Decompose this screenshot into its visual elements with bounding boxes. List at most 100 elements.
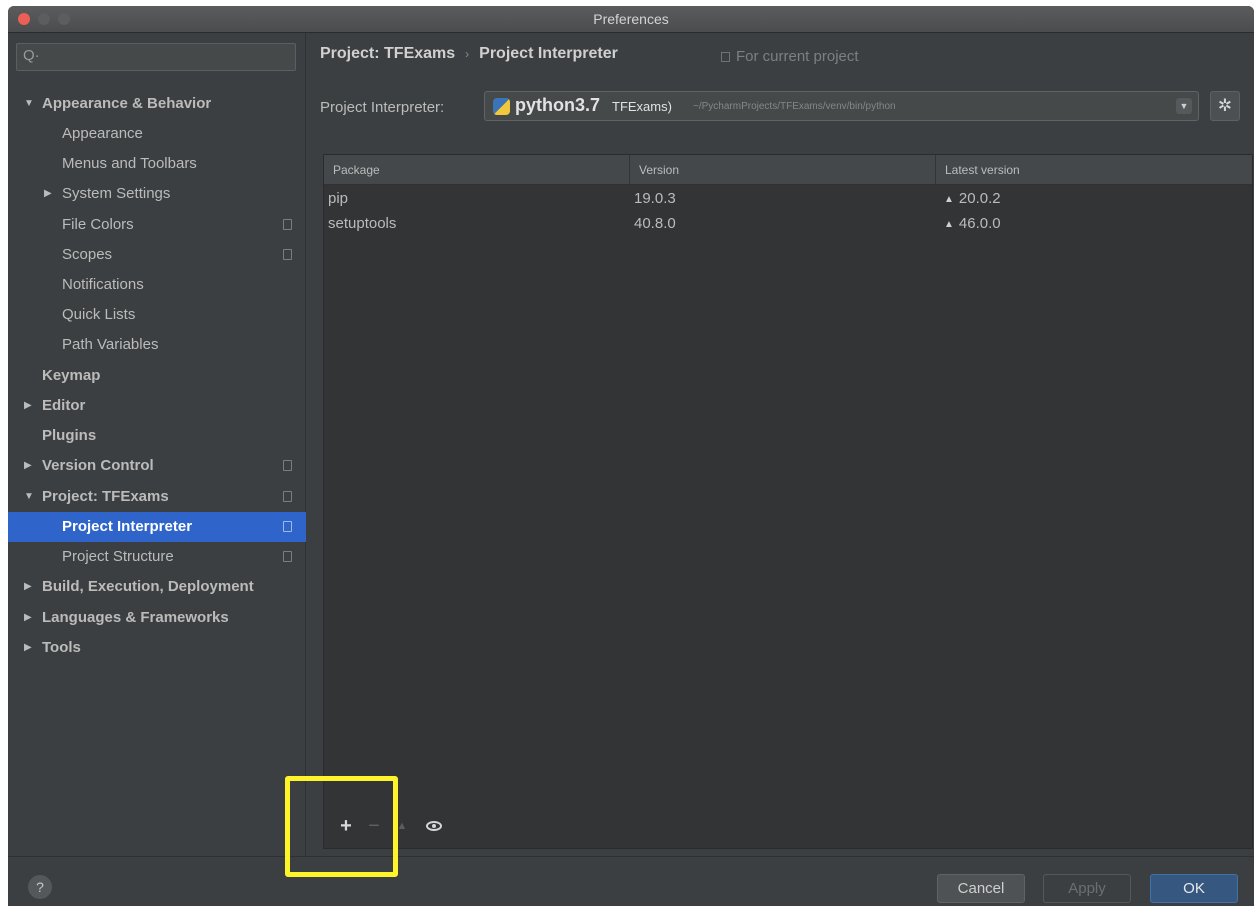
collapsed-arrow-icon: ▶ (24, 460, 32, 471)
sidebar-item-quick-lists[interactable]: Quick Lists (8, 300, 306, 330)
project-scope-icon (283, 219, 292, 230)
column-header-latest-version[interactable]: Latest version (936, 155, 1254, 185)
apply-button[interactable]: Apply (1043, 874, 1131, 903)
table-row[interactable]: pip 19.0.3 ▲ 20.0.2 (324, 186, 1252, 211)
latest-version-cell: ▲ 46.0.0 (940, 211, 1001, 236)
cancel-button[interactable]: Cancel (937, 874, 1025, 903)
sidebar-item-tools[interactable]: ▶ Tools (8, 633, 306, 663)
sidebar-item-project-structure[interactable]: Project Structure (8, 542, 306, 572)
breadcrumb-parent[interactable]: Project: TFExams (320, 45, 455, 62)
sidebar-item-label: Notifications (62, 276, 144, 293)
sidebar-item-label: Scopes (62, 246, 113, 263)
project-scope-icon (283, 551, 292, 562)
sidebar-item-label: Project Interpreter (62, 518, 193, 535)
project-scope-icon (283, 491, 292, 502)
sidebar-item-label: Plugins (42, 427, 97, 444)
sidebar-item-project-tfexams[interactable]: ▼ Project: TFExams (8, 482, 306, 512)
sidebar-item-keymap[interactable]: Keymap (8, 361, 306, 391)
collapsed-arrow-icon: ▶ (24, 581, 32, 592)
sidebar-item-label: System Settings (62, 185, 171, 202)
sidebar-item-label: Editor (42, 397, 86, 414)
breadcrumb: Project: TFExams › Project Interpreter (320, 45, 618, 63)
packages-table: Package Version Latest version pip 19.0.… (323, 154, 1253, 849)
sidebar-item-label: Version Control (42, 457, 154, 474)
collapsed-arrow-icon: ▶ (24, 400, 32, 411)
search-icon: Q· (23, 47, 40, 64)
sidebar-item-label: Tools (42, 639, 81, 656)
latest-version-cell: ▲ 20.0.2 (940, 186, 1001, 211)
sidebar-item-file-colors[interactable]: File Colors (8, 210, 306, 240)
project-scope-icon (721, 52, 730, 62)
sidebar-item-editor[interactable]: ▶ Editor (8, 391, 306, 421)
column-header-package[interactable]: Package (324, 155, 630, 185)
interpreter-name: python3.7 (515, 95, 601, 115)
sidebar-item-appearance-behavior[interactable]: ▼ Appearance & Behavior (8, 89, 306, 119)
eye-icon (426, 821, 442, 831)
upgrade-package-button[interactable]: ▲ (390, 814, 414, 838)
sidebar-item-label: Path Variables (62, 336, 159, 353)
title-bar: Preferences (8, 6, 1254, 33)
upgrade-arrow-icon: ▲ (944, 194, 954, 205)
sidebar-item-menus-toolbars[interactable]: Menus and Toolbars (8, 149, 306, 179)
sidebar-item-notifications[interactable]: Notifications (8, 270, 306, 300)
interpreter-select[interactable]: python3.7 TFExams) ~/PycharmProjects/TFE… (484, 91, 1199, 121)
package-version-cell: 19.0.3 (634, 190, 676, 207)
sidebar-item-label: Appearance & Behavior (42, 95, 212, 112)
help-button[interactable]: ? (28, 875, 52, 899)
sidebar-item-system-settings[interactable]: ▶ System Settings (8, 179, 306, 209)
column-header-version[interactable]: Version (630, 155, 936, 185)
breadcrumb-current: Project Interpreter (479, 45, 618, 62)
ok-button[interactable]: OK (1150, 874, 1238, 903)
project-scope-icon (283, 521, 292, 532)
sidebar-item-appearance[interactable]: Appearance (8, 119, 306, 149)
collapsed-arrow-icon: ▶ (24, 612, 32, 623)
sidebar-item-label: Quick Lists (62, 306, 136, 323)
scope-note: For current project (721, 48, 859, 65)
settings-sidebar: Q· ▼ Appearance & Behavior Appearance Me… (8, 33, 306, 856)
remove-package-button[interactable]: − (362, 814, 386, 838)
package-version-cell: 40.8.0 (634, 215, 676, 232)
sidebar-item-plugins[interactable]: Plugins (8, 421, 306, 451)
project-scope-icon (283, 249, 292, 260)
breadcrumb-separator-icon: › (465, 47, 470, 61)
settings-search-input[interactable]: Q· (16, 43, 296, 71)
sidebar-item-label: Keymap (42, 367, 101, 384)
table-row[interactable]: setuptools 40.8.0 ▲ 46.0.0 (324, 211, 1252, 236)
upgrade-arrow-icon: ▲ (944, 219, 954, 230)
preferences-window: Preferences Q· ▼ Appearance & Behavior A… (8, 6, 1254, 906)
latest-version-text: 20.0.2 (958, 190, 1001, 207)
expanded-arrow-icon: ▼ (24, 491, 34, 502)
sidebar-item-label: Project: TFExams (42, 488, 169, 505)
sidebar-item-languages-frameworks[interactable]: ▶ Languages & Frameworks (8, 603, 306, 633)
package-name-cell: pip (328, 190, 349, 207)
sidebar-item-label: Languages & Frameworks (42, 609, 229, 626)
chevron-down-icon[interactable]: ▼ (1176, 98, 1192, 114)
sidebar-item-project-interpreter[interactable]: Project Interpreter (8, 512, 306, 542)
interpreter-path: ~/PycharmProjects/TFExams/venv/bin/pytho… (693, 101, 896, 112)
sidebar-item-path-variables[interactable]: Path Variables (8, 330, 306, 360)
window-title: Preferences (593, 11, 669, 27)
table-header: Package Version Latest version (324, 155, 1252, 185)
sidebar-item-label: Menus and Toolbars (62, 155, 197, 172)
expanded-arrow-icon: ▼ (24, 98, 34, 109)
sidebar-item-build-execution-deployment[interactable]: ▶ Build, Execution, Deployment (8, 572, 306, 602)
package-name-cell: setuptools (328, 215, 397, 232)
sidebar-item-label: Appearance (62, 125, 143, 142)
dialog-button-bar: ? Cancel Apply OK (8, 856, 1254, 906)
scope-note-text: For current project (736, 48, 859, 65)
collapsed-arrow-icon: ▶ (44, 188, 52, 199)
sidebar-item-label: File Colors (62, 216, 134, 233)
show-early-releases-button[interactable] (422, 814, 446, 838)
sidebar-item-version-control[interactable]: ▶ Version Control (8, 451, 306, 481)
interpreter-settings-button[interactable]: ✲ (1210, 91, 1240, 121)
add-package-button[interactable]: + (334, 814, 358, 838)
interpreter-label: Project Interpreter: (320, 99, 445, 116)
interpreter-env: TFExams) (612, 99, 672, 114)
sidebar-item-label: Build, Execution, Deployment (42, 578, 254, 595)
latest-version-text: 46.0.0 (958, 215, 1001, 232)
python-icon (493, 98, 510, 115)
packages-toolbar: + − ▲ (324, 808, 1252, 848)
collapsed-arrow-icon: ▶ (24, 642, 32, 653)
sidebar-item-scopes[interactable]: Scopes (8, 240, 306, 270)
gear-icon: ✲ (1217, 96, 1233, 115)
